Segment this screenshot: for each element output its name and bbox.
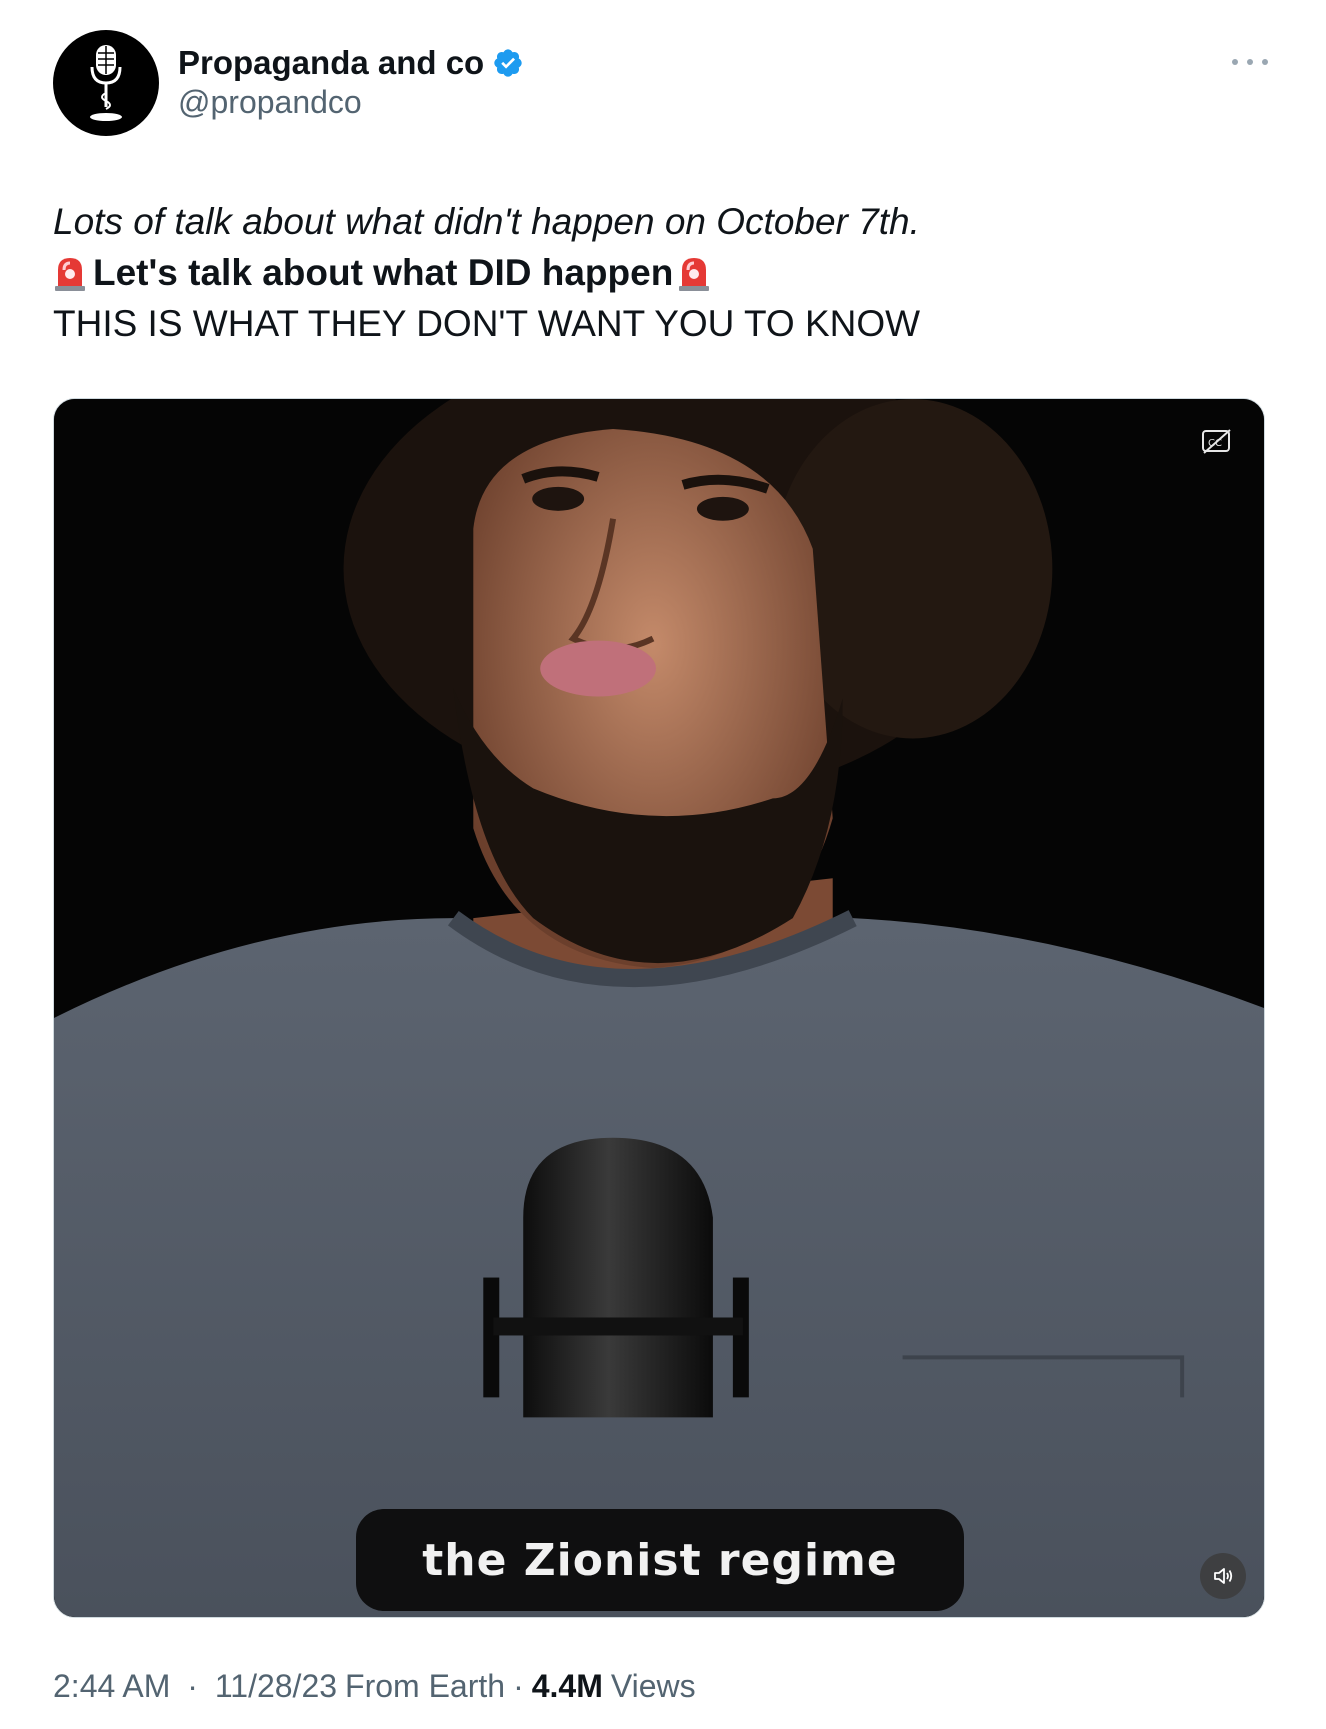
closed-captions-off-icon[interactable]: CC [1200, 427, 1234, 457]
more-dot [1232, 59, 1238, 65]
more-options-icon[interactable] [1232, 50, 1268, 74]
tweet-line-2: Let's talk about what DID happen [53, 247, 1273, 298]
tweet-meta: 2:44 AM · 11/28/23 From Earth · 4.4M Vie… [53, 1668, 696, 1705]
video-player[interactable]: CC the Zionist regime [53, 398, 1265, 1618]
separator: · [187, 1668, 198, 1704]
tweet: Propaganda and co @propandco Lots of tal… [0, 0, 1326, 1729]
display-name[interactable]: Propaganda and co [178, 44, 484, 82]
tweet-date: 11/28/23 [214, 1668, 338, 1704]
separator: · [513, 1668, 524, 1704]
handle[interactable]: @propandco [178, 84, 362, 121]
views-count: 4.4M [531, 1668, 603, 1704]
timestamp-link[interactable]: 2:44 AM · 11/28/23 [53, 1668, 337, 1705]
more-dot [1247, 59, 1253, 65]
rotating-light-emoji-icon [55, 257, 85, 291]
video-frame-image [54, 399, 1264, 1617]
views-link[interactable]: 4.4M Views [532, 1668, 696, 1705]
tweet-line-1: Lots of talk about what didn't happen on… [53, 201, 920, 242]
display-name-row[interactable]: Propaganda and co [178, 40, 524, 86]
microphone-logo-icon [90, 45, 122, 121]
tweet-line-2-text: Let's talk about what DID happen [93, 252, 674, 293]
verified-badge-icon[interactable] [492, 47, 524, 79]
more-dot [1262, 59, 1268, 65]
volume-icon[interactable] [1200, 1553, 1246, 1599]
rotating-light-emoji-icon [679, 257, 710, 291]
video-caption: the Zionist regime [356, 1509, 964, 1611]
tweet-text: Lots of talk about what didn't happen on… [53, 196, 1273, 349]
avatar[interactable] [53, 30, 159, 136]
views-label: Views [610, 1668, 696, 1704]
tweet-time: 2:44 AM [53, 1668, 171, 1704]
tweet-line-3: THIS IS WHAT THEY DON'T WANT YOU TO KNOW [53, 303, 921, 344]
tweet-source: From Earth [345, 1668, 506, 1704]
